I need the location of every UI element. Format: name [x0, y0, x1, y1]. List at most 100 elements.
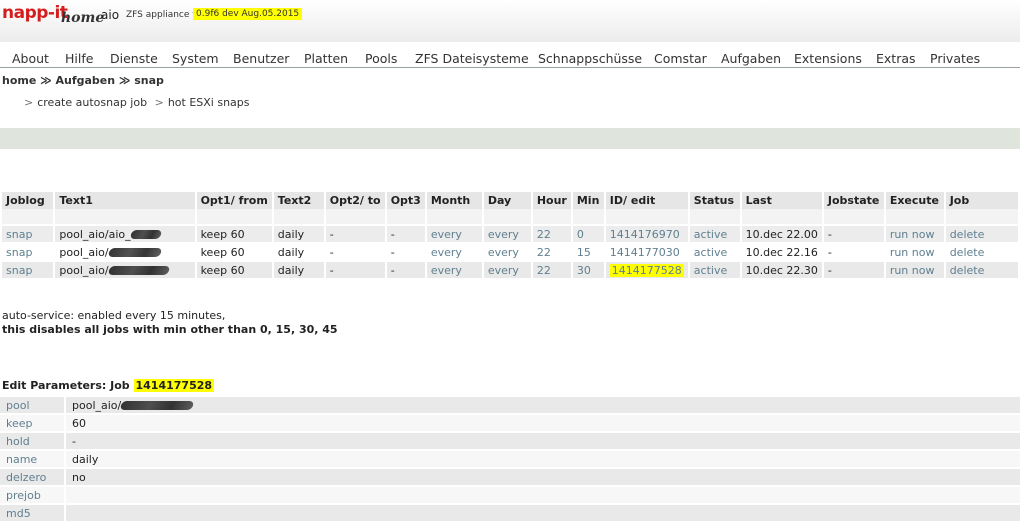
- hour-link[interactable]: 22: [532, 244, 571, 262]
- param-name[interactable]: keep: [0, 415, 64, 431]
- text1-cell: pool_aio/: [55, 262, 195, 280]
- menu-pools[interactable]: Pools: [365, 51, 397, 66]
- column-header: Status: [689, 192, 740, 209]
- joblog-link[interactable]: snap: [2, 244, 54, 262]
- opt3-cell: -: [386, 262, 425, 280]
- column-header: Last: [741, 192, 822, 209]
- param-name[interactable]: name: [0, 451, 64, 467]
- menu-system[interactable]: System: [172, 51, 219, 66]
- text1-value: pool_aio/aio_: [59, 227, 131, 241]
- last-run-cell: 10.dec 22.16: [741, 244, 822, 262]
- column-header: Hour: [532, 192, 571, 209]
- edit-heading-label: Edit Parameters: Job: [2, 379, 130, 392]
- delete-link[interactable]: delete: [945, 226, 1018, 244]
- menu-schnappschuesse[interactable]: Schnappschüsse: [538, 51, 642, 66]
- param-name[interactable]: hold: [0, 433, 64, 449]
- job-id-link[interactable]: 1414176970: [605, 226, 688, 244]
- text2-cell: daily: [273, 226, 324, 244]
- param-value: pool_aio/: [64, 397, 1020, 413]
- job-id-link[interactable]: 1414177030: [605, 244, 688, 262]
- redaction-mark: [107, 266, 170, 275]
- opt1-cell: keep 60: [196, 244, 272, 262]
- opt3-cell: -: [386, 226, 425, 244]
- opt3-cell: -: [386, 244, 425, 262]
- param-name[interactable]: pool: [0, 397, 64, 413]
- edit-parameters-heading: Edit Parameters: Job 1414177528: [2, 379, 215, 392]
- menu-zfs-dateisysteme[interactable]: ZFS Dateisysteme: [415, 51, 529, 66]
- menu-aufgaben[interactable]: Aufgaben: [721, 51, 781, 66]
- text1-cell: pool_aio/aio_: [55, 226, 195, 244]
- table-row: snap pool_aio/ keep 60 daily - - every e…: [2, 262, 1018, 280]
- job-id-highlight[interactable]: 1414177528: [609, 263, 684, 277]
- menu-hilfe[interactable]: Hilfe: [65, 51, 93, 66]
- column-header: Joblog: [2, 192, 54, 209]
- param-value: 60: [64, 415, 1020, 431]
- menu-privates[interactable]: Privates: [930, 51, 980, 66]
- day-link[interactable]: every: [483, 244, 531, 262]
- param-name[interactable]: prejob: [0, 487, 64, 503]
- param-name[interactable]: delzero: [0, 469, 64, 485]
- app-logo[interactable]: napp-it: [2, 3, 68, 23]
- chevron-right-icon: >: [24, 96, 34, 109]
- min-link[interactable]: 15: [572, 244, 604, 262]
- auto-service-note: auto-service: enabled every 15 minutes, …: [2, 309, 338, 337]
- param-row: prejob: [0, 487, 1020, 503]
- breadcrumb[interactable]: home ≫ Aufgaben ≫ snap: [2, 74, 164, 87]
- param-row: pool pool_aio/: [0, 397, 1020, 413]
- month-link[interactable]: every: [426, 262, 482, 280]
- menu-benutzer[interactable]: Benutzer: [233, 51, 289, 66]
- jobstate-cell: -: [823, 226, 884, 244]
- menu-extensions[interactable]: Extensions: [794, 51, 862, 66]
- column-header: Opt3: [386, 192, 425, 209]
- run-now-link[interactable]: run now: [885, 244, 944, 262]
- day-link[interactable]: every: [483, 262, 531, 280]
- appliance-label: ZFS appliance v.: [126, 10, 200, 20]
- day-link[interactable]: every: [483, 226, 531, 244]
- param-value-text: pool_aio/: [72, 398, 122, 412]
- last-run-cell: 10.dec 22.00: [741, 226, 822, 244]
- jobstate-cell: -: [823, 262, 884, 280]
- menu-comstar[interactable]: Comstar: [654, 51, 707, 66]
- redaction-mark: [129, 230, 162, 239]
- status-link[interactable]: active: [689, 226, 740, 244]
- delete-link[interactable]: delete: [945, 262, 1018, 280]
- column-header: Day: [483, 192, 531, 209]
- opt2-cell: -: [325, 262, 385, 280]
- column-header: Min: [572, 192, 604, 209]
- job-id-link[interactable]: 1414177528: [605, 262, 688, 280]
- menu-platten[interactable]: Platten: [304, 51, 348, 66]
- month-link[interactable]: every: [426, 244, 482, 262]
- hour-link[interactable]: 22: [532, 226, 571, 244]
- redaction-mark: [107, 248, 162, 257]
- top-header: napp-it home aio ZFS appliance v. 0.9f6 …: [0, 0, 1020, 42]
- status-link[interactable]: active: [689, 262, 740, 280]
- min-link[interactable]: 0: [572, 226, 604, 244]
- month-link[interactable]: every: [426, 226, 482, 244]
- divider-bar: [0, 128, 1020, 149]
- column-header: Month: [426, 192, 482, 209]
- param-value: [64, 505, 1020, 521]
- status-link[interactable]: active: [689, 244, 740, 262]
- column-header: Text2: [273, 192, 324, 209]
- menu-dienste[interactable]: Dienste: [110, 51, 158, 66]
- run-now-link[interactable]: run now: [885, 262, 944, 280]
- menu-about[interactable]: About: [12, 51, 49, 66]
- table-spacer-row: [2, 209, 1018, 226]
- last-run-cell: 10.dec 22.30: [741, 262, 822, 280]
- menu-extras[interactable]: Extras: [876, 51, 916, 66]
- auto-service-status: auto-service: enabled every 15 minutes,: [2, 309, 226, 322]
- link-create-autosnap-job[interactable]: create autosnap job: [37, 96, 147, 109]
- run-now-link[interactable]: run now: [885, 226, 944, 244]
- hour-link[interactable]: 22: [532, 262, 571, 280]
- link-hot-esxi-snaps[interactable]: hot ESXi snaps: [168, 96, 250, 109]
- column-header: Execute: [885, 192, 944, 209]
- param-row: keep 60: [0, 415, 1020, 431]
- joblog-link[interactable]: snap: [2, 226, 54, 244]
- host-name: aio: [101, 8, 120, 22]
- joblog-link[interactable]: snap: [2, 262, 54, 280]
- logo-edition: home: [61, 10, 105, 26]
- jobstate-cell: -: [823, 244, 884, 262]
- delete-link[interactable]: delete: [945, 244, 1018, 262]
- min-link[interactable]: 30: [572, 262, 604, 280]
- param-name[interactable]: md5: [0, 505, 64, 521]
